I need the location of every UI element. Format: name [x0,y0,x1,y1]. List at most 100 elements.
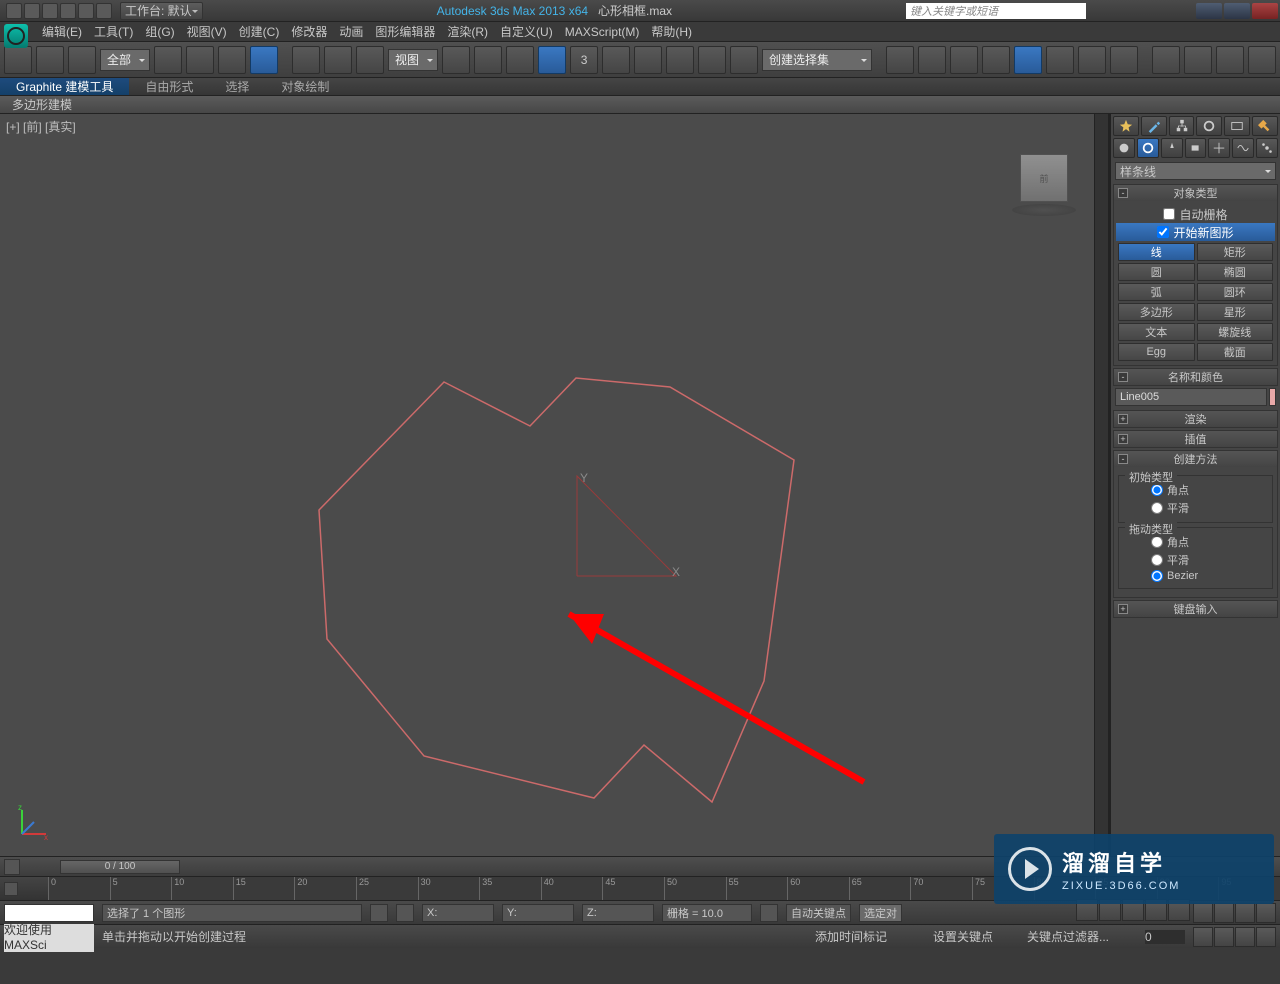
viewport[interactable]: [+] [前] [真实] Y X 前 z x [0,114,1110,856]
cmd-tab-motion[interactable] [1196,116,1222,136]
cmd-tab-modify[interactable] [1141,116,1167,136]
zoom-icon[interactable] [1193,903,1213,923]
move-icon[interactable] [292,46,320,74]
window-crossing-icon[interactable] [250,46,278,74]
selected-scope[interactable]: 选定对 [859,904,902,922]
autokey-toggle[interactable]: 自动关键点 [786,904,851,922]
cmd-tab-display[interactable] [1224,116,1250,136]
render-iterative-icon[interactable] [1248,46,1276,74]
menu-modifiers[interactable]: 修改器 [291,23,327,40]
mirror-icon[interactable] [886,46,914,74]
qat-undo-icon[interactable] [60,3,76,19]
shape-btn-arc[interactable]: 弧 [1118,283,1195,301]
schematic-view-icon[interactable] [1078,46,1106,74]
keyboard-shortcut-icon[interactable] [506,46,534,74]
zoom-extents-icon[interactable] [1214,903,1234,923]
time-config-icon[interactable] [4,859,20,875]
shape-btn-rectangle[interactable]: 矩形 [1197,243,1274,261]
isolate-icon[interactable] [760,904,778,922]
setkey-button[interactable]: 设置关键点 [933,928,993,945]
layer-manager-icon[interactable] [982,46,1010,74]
ribbon-tab-paint[interactable]: 对象绘制 [265,78,345,95]
shape-btn-ellipse[interactable]: 椭圆 [1197,263,1274,281]
coord-y[interactable]: Y: [502,904,574,922]
edit-named-sel-icon[interactable] [730,46,758,74]
help-search[interactable]: 键入关键字或短语 [906,3,1086,19]
layers-icon[interactable] [950,46,978,74]
material-editor-icon[interactable] [1110,46,1138,74]
menu-views[interactable]: 视图(V) [187,23,227,40]
unlink-icon[interactable] [36,46,64,74]
render-production-icon[interactable] [1216,46,1244,74]
curve-editor-icon[interactable] [1046,46,1074,74]
script-listener[interactable] [4,904,94,922]
viewport-scrollbar[interactable] [1094,114,1108,856]
mini-curve-icon[interactable] [4,882,18,896]
rollout-keyboard[interactable]: +键盘输入 [1114,601,1277,617]
orbit-icon[interactable] [1256,903,1276,923]
viewcube[interactable]: 前 [1020,154,1068,202]
create-cat-shapes[interactable] [1137,138,1159,158]
select-region-icon[interactable] [218,46,246,74]
qat-open-icon[interactable] [24,3,40,19]
create-cat-helpers[interactable] [1208,138,1230,158]
key-filters[interactable]: 关键点过滤器... [1027,928,1137,945]
cmd-tab-utilities[interactable] [1252,116,1278,136]
rollout-interp[interactable]: +插值 [1114,431,1277,447]
menu-customize[interactable]: 自定义(U) [500,23,553,40]
ref-coord-dropdown[interactable]: 视图 [388,49,438,71]
infocenter-icon[interactable] [1092,3,1110,19]
app-menu-icon[interactable] [4,24,28,48]
create-cat-geometry[interactable] [1113,138,1135,158]
qat-more-icon[interactable] [96,3,112,19]
pivot-center-icon[interactable] [442,46,470,74]
shape-btn-egg[interactable]: Egg [1118,343,1195,361]
scale-icon[interactable] [356,46,384,74]
manipulate-icon[interactable] [474,46,502,74]
qat-new-icon[interactable] [6,3,22,19]
menu-create[interactable]: 创建(C) [239,23,280,40]
transform-type-in-icon[interactable] [396,904,414,922]
signin-icon[interactable] [1112,3,1130,19]
snaps-wc-icon[interactable] [698,46,726,74]
lock-selection-icon[interactable] [370,904,388,922]
ribbon-tab-freeform[interactable]: 自由形式 [129,78,209,95]
rollout-create-method[interactable]: -创建方法 [1114,451,1277,467]
rollout-render[interactable]: +渲染 [1114,411,1277,427]
cmd-tab-create[interactable] [1113,116,1139,136]
object-color-swatch[interactable] [1269,388,1276,406]
workspace-dropdown[interactable]: 工作台: 默认 [120,2,203,20]
shape-btn-line[interactable]: 线 [1118,243,1195,261]
create-cat-spacewarps[interactable] [1232,138,1254,158]
rollout-object-type[interactable]: -对象类型 [1114,185,1277,201]
init-smooth-radio[interactable]: 平滑 [1151,500,1268,516]
help-icon[interactable] [1172,3,1190,19]
fov-icon[interactable] [1214,927,1234,947]
close-button[interactable] [1252,3,1278,19]
select-by-name-icon[interactable] [186,46,214,74]
viewcube-compass[interactable] [1012,204,1076,216]
render-setup-icon[interactable] [1152,46,1180,74]
time-slider[interactable]: 0 / 100 [60,860,180,874]
shape-btn-star[interactable]: 星形 [1197,303,1274,321]
rotate-icon[interactable] [324,46,352,74]
shape-btn-section[interactable]: 截面 [1197,343,1274,361]
cmd-tab-hierarchy[interactable] [1169,116,1195,136]
rollout-name-color[interactable]: -名称和颜色 [1114,369,1277,385]
menu-help[interactable]: 帮助(H) [651,23,692,40]
pan-icon[interactable] [1235,903,1255,923]
create-cat-systems[interactable] [1256,138,1278,158]
menu-group[interactable]: 组(G) [145,23,174,40]
coord-z[interactable]: Z: [582,904,654,922]
named-selection-dropdown[interactable]: 创建选择集 [762,49,872,71]
drag-smooth-radio[interactable]: 平滑 [1151,552,1268,568]
ribbon-toggle-icon[interactable] [1014,46,1042,74]
create-cat-lights[interactable] [1161,138,1183,158]
auto-grid-checkbox[interactable]: 自动栅格 [1118,205,1273,223]
angle-snap-icon[interactable]: 3 [570,46,598,74]
object-name-field[interactable] [1115,388,1267,406]
snaps-toggle-icon[interactable] [538,46,566,74]
snap-use-axis-icon[interactable] [666,46,694,74]
shape-btn-circle[interactable]: 圆 [1118,263,1195,281]
menu-edit[interactable]: 编辑(E) [42,23,82,40]
